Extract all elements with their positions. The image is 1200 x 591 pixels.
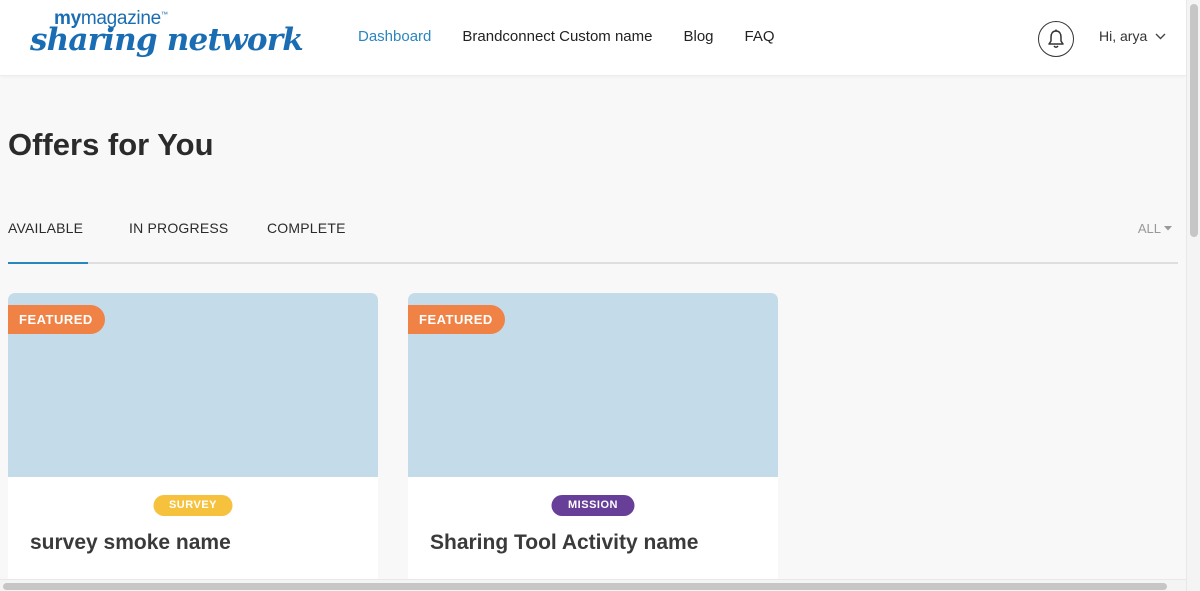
logo-wordmark-script: sharing network: [30, 22, 304, 58]
offer-title[interactable]: Sharing Tool Activity name: [430, 531, 698, 555]
brand-logo[interactable]: mymagazine™ sharing network: [30, 8, 304, 68]
filter-dropdown[interactable]: ALL: [1138, 221, 1172, 236]
filter-label: ALL: [1137, 221, 1161, 236]
offer-tabs: AVAILABLE IN PROGRESS COMPLETE ALL: [8, 205, 1178, 264]
user-greeting: Hi, arya: [1099, 28, 1148, 44]
nav-brandconnect[interactable]: Brandconnect Custom name: [462, 28, 652, 45]
offer-type-badge: SURVEY: [153, 495, 233, 516]
offer-title[interactable]: survey smoke name: [30, 531, 231, 555]
caret-down-icon: [1164, 226, 1172, 231]
vertical-scrollbar[interactable]: [1186, 0, 1200, 591]
nav-dashboard[interactable]: Dashboard: [358, 28, 431, 45]
tab-in-progress[interactable]: IN PROGRESS: [129, 220, 228, 236]
featured-badge: FEATURED: [8, 305, 105, 334]
vertical-scroll-thumb[interactable]: [1190, 4, 1198, 237]
offer-type-badge: MISSION: [551, 495, 635, 516]
offer-card[interactable]: FEATURED SURVEY survey smoke name: [8, 293, 378, 583]
notifications-button[interactable]: [1038, 21, 1074, 57]
offer-image: FEATURED: [8, 293, 378, 477]
horizontal-scroll-thumb[interactable]: [3, 583, 1167, 590]
bell-icon: [1048, 29, 1064, 48]
featured-badge: FEATURED: [408, 305, 505, 334]
user-menu[interactable]: Hi, arya: [1099, 28, 1166, 44]
top-header: mymagazine™ sharing network Dashboard Br…: [0, 0, 1186, 76]
tab-complete[interactable]: COMPLETE: [267, 220, 346, 236]
nav-blog[interactable]: Blog: [684, 28, 714, 45]
chevron-down-icon: [1155, 33, 1166, 39]
main-nav: Dashboard Brandconnect Custom name Blog …: [358, 28, 775, 45]
page-title: Offers for You: [8, 127, 214, 162]
horizontal-scrollbar[interactable]: [0, 579, 1186, 591]
active-tab-indicator: [8, 262, 88, 264]
offer-card[interactable]: FEATURED MISSION Sharing Tool Activity n…: [408, 293, 778, 583]
tab-available[interactable]: AVAILABLE: [8, 220, 83, 236]
offer-image: FEATURED: [408, 293, 778, 477]
nav-faq[interactable]: FAQ: [745, 28, 775, 45]
